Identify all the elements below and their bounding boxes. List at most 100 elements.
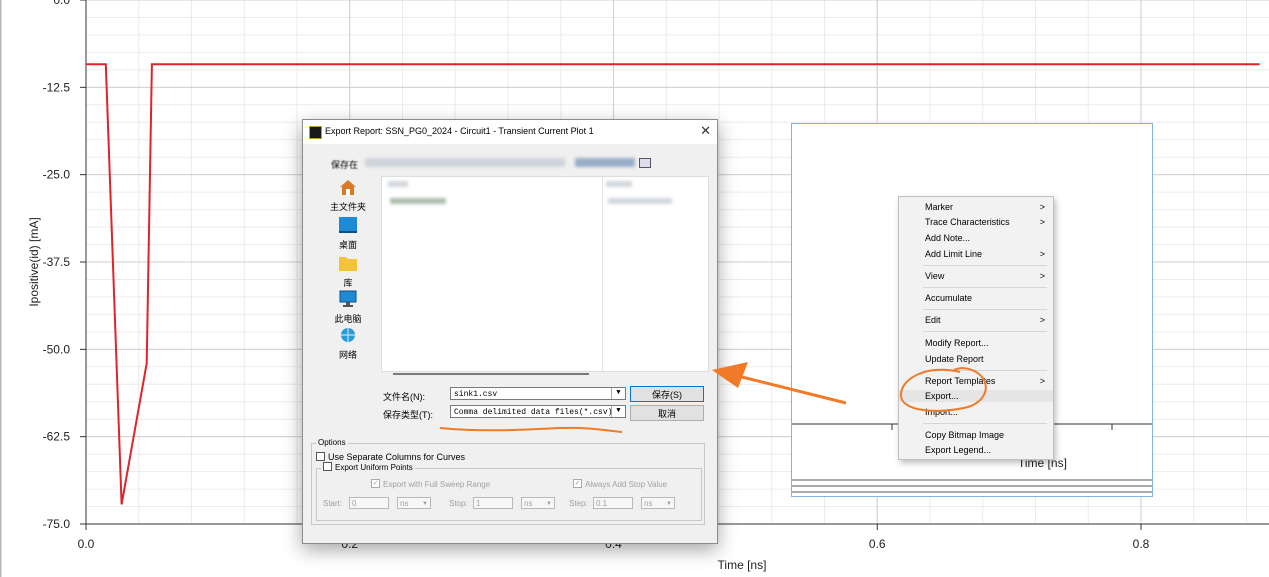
view-menu-icon[interactable] [639, 158, 651, 168]
y-tick-label: -75.0 [43, 517, 71, 531]
filetype-label: 保存类型(T): [383, 410, 433, 420]
chevron-down-icon: ▼ [666, 501, 672, 507]
menu-separator [923, 265, 1047, 266]
checkbox-checked-disabled[interactable]: ✓ [371, 479, 380, 489]
column-header-blurred [388, 181, 408, 187]
place-label: 库 [343, 278, 353, 288]
menu-item-import[interactable]: Import... [899, 406, 1053, 418]
options-group: Options Use Separate Columns for Curves … [311, 438, 705, 525]
menu-item-accumulate[interactable]: Accumulate [899, 292, 1053, 304]
chevron-down-icon: ▼ [422, 501, 428, 507]
y-tick-labels: 0.0 -12.5 -25.0 -37.5 -50.0 -62.5 -75.0 [43, 0, 71, 531]
folder-icon [339, 257, 357, 271]
y-tick-label: -50.0 [43, 342, 71, 356]
menu-item-export[interactable]: Export... [899, 390, 1053, 402]
checkbox-checked-disabled[interactable]: ✓ [573, 479, 582, 489]
chevron-down-icon: ▼ [546, 501, 552, 507]
y-tick-label: -37.5 [43, 255, 71, 269]
menu-separator [923, 287, 1047, 288]
menu-item-add-limit-line[interactable]: Add Limit Line > [899, 248, 1053, 260]
menu-item-update-report[interactable]: Update Report [899, 353, 1053, 365]
place-label: 主文件夹 [329, 202, 366, 212]
computer-icon [339, 290, 357, 307]
menu-item-marker[interactable]: Marker > [899, 201, 1053, 213]
place-library[interactable]: 库 [325, 254, 371, 289]
menu-item-view[interactable]: View > [899, 270, 1053, 282]
place-label: 网络 [338, 350, 357, 360]
step-unit-select[interactable]: ns ▼ [641, 497, 675, 509]
desktop-icon [339, 217, 357, 233]
place-this-pc[interactable]: 此电脑 [325, 290, 371, 325]
export-report-dialog[interactable]: Export Report: SSN_PG0_2024 - Circuit1 -… [302, 119, 718, 544]
y-tick-label: 0.0 [53, 0, 70, 7]
filename-value: sink1.csv [454, 390, 498, 399]
file-list[interactable] [381, 176, 709, 372]
stop-input[interactable]: 1 [473, 497, 513, 509]
filetype-select[interactable]: Comma delimited data files(*.csv) ▼ [450, 405, 626, 418]
dialog-title-bar[interactable]: Export Report: SSN_PG0_2024 - Circuit1 -… [303, 120, 717, 144]
start-label: Start: [323, 499, 343, 508]
stop-unit: ns [524, 499, 533, 508]
checkbox-unchecked[interactable] [316, 452, 325, 462]
uniform-points-checkbox[interactable]: Export Uniform Points [321, 462, 415, 473]
network-icon [341, 328, 355, 342]
filename-input[interactable]: sink1.csv ▼ [450, 387, 626, 400]
chevron-down-icon[interactable]: ▼ [611, 406, 625, 417]
save-in-dropdown-blurred[interactable] [365, 158, 565, 167]
menu-separator [923, 423, 1047, 424]
separate-columns-label: Use Separate Columns for Curves [328, 452, 466, 462]
close-icon[interactable]: ✕ [700, 123, 711, 139]
step-label: Step: [569, 499, 588, 508]
separate-columns-checkbox[interactable]: Use Separate Columns for Curves [316, 452, 465, 462]
y-tick-label: -25.0 [43, 168, 71, 182]
app-icon [309, 126, 322, 139]
full-sweep-checkbox[interactable]: ✓ Export with Full Sweep Range [371, 479, 491, 489]
horizontal-scrollbar[interactable] [393, 373, 589, 375]
step-input[interactable]: 0.1 [593, 497, 633, 509]
place-network[interactable]: 网络 [325, 326, 371, 361]
home-icon [340, 180, 356, 195]
save-in-label: 保存在 [331, 160, 359, 170]
save-button[interactable]: 保存(S) [630, 386, 704, 402]
cancel-button[interactable]: 取消 [630, 405, 704, 421]
place-label: 此电脑 [334, 314, 362, 324]
menu-item-trace-characteristics[interactable]: Trace Characteristics > [899, 216, 1053, 228]
filename-label: 文件名(N): [383, 392, 425, 402]
menu-separator [923, 331, 1047, 332]
column-separator [602, 177, 603, 371]
y-tick-label: -62.5 [43, 430, 71, 444]
dialog-title: Export Report: SSN_PG0_2024 - Circuit1 -… [325, 126, 594, 136]
uniform-points-label: Export Uniform Points [335, 463, 413, 472]
checkbox-unchecked[interactable] [323, 462, 332, 472]
file-date-blurred[interactable] [608, 198, 672, 204]
start-unit: ns [400, 499, 409, 508]
menu-item-report-templates[interactable]: Report Templates > [899, 375, 1053, 387]
menu-item-copy-bitmap[interactable]: Copy Bitmap Image [899, 429, 1053, 441]
menu-item-edit[interactable]: Edit > [899, 314, 1053, 326]
menu-item-modify-report[interactable]: Modify Report... [899, 337, 1053, 349]
x-tick-label: 0.8 [1133, 537, 1150, 551]
options-group-title: Options [316, 438, 348, 447]
chevron-down-icon[interactable]: ▼ [611, 388, 625, 399]
uniform-points-group: Export Uniform Points ✓ Export with Full … [316, 462, 702, 521]
x-tick-label: 0.0 [78, 537, 95, 551]
start-unit-select[interactable]: ns ▼ [397, 497, 431, 509]
always-stop-label: Always Add Stop Value [585, 480, 668, 489]
step-unit: ns [644, 499, 653, 508]
menu-item-add-note[interactable]: Add Note... [899, 232, 1053, 244]
place-home[interactable]: 主文件夹 [325, 178, 371, 213]
stop-unit-select[interactable]: ns ▼ [521, 497, 555, 509]
always-stop-checkbox[interactable]: ✓ Always Add Stop Value [573, 479, 668, 489]
plot-context-menu[interactable]: Marker > Trace Characteristics > Add Note.… [898, 196, 1054, 460]
filetype-value: Comma delimited data files(*.csv) [454, 408, 613, 417]
start-input[interactable]: 0 [349, 497, 389, 509]
stop-label: Stop: [449, 499, 468, 508]
y-axis-label: Ipositive(id) [mA] [27, 217, 41, 306]
full-sweep-label: Export with Full Sweep Range [383, 480, 491, 489]
column-header-blurred [606, 181, 632, 187]
file-name-blurred[interactable] [390, 198, 446, 204]
place-desktop[interactable]: 桌面 [325, 216, 371, 251]
toolbar-icons-blurred[interactable] [575, 158, 635, 167]
x-axis-label: Time [ns] [718, 558, 767, 572]
menu-item-export-legend[interactable]: Export Legend... [899, 444, 1053, 456]
